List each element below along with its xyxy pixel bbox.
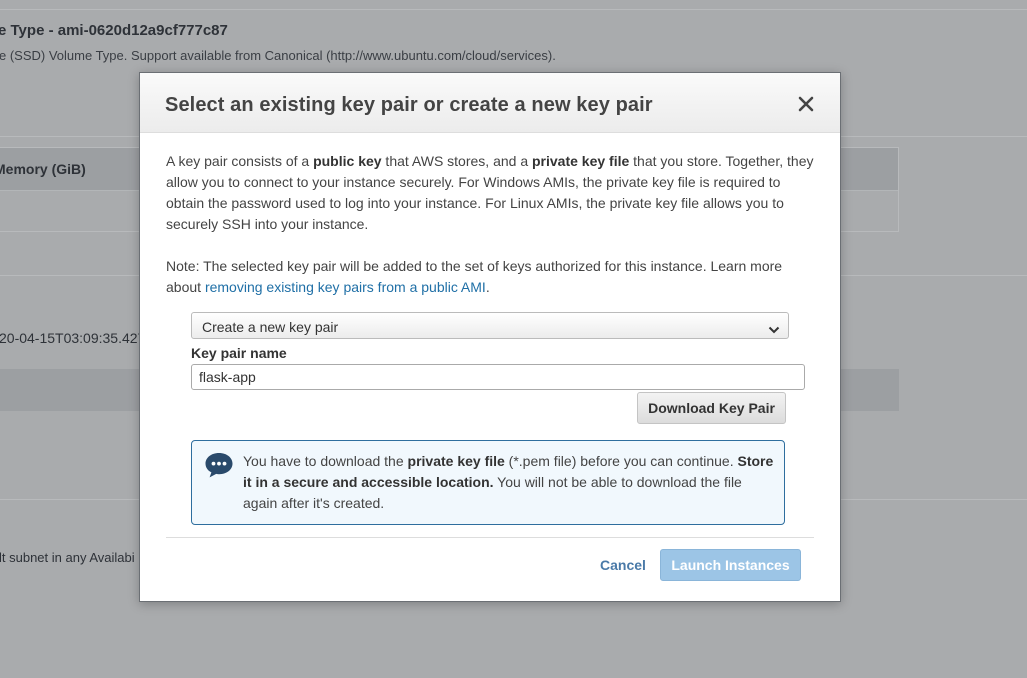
key-pair-name-input[interactable]	[191, 364, 805, 390]
chat-bubble-icon	[204, 451, 234, 485]
key-pair-select[interactable]: Create a new key pair	[191, 312, 789, 339]
key-pair-explanation: A key pair consists of a public key that…	[166, 153, 814, 232]
chevron-down-icon	[768, 320, 780, 341]
cancel-button[interactable]: Cancel	[600, 557, 646, 573]
ami-description: e (SSD) Volume Type. Support available f…	[0, 48, 556, 63]
footer-divider	[166, 537, 814, 538]
divider	[0, 9, 1027, 10]
dialog-title: Select an existing key pair or create a …	[165, 94, 653, 116]
download-info-box: You have to download the private key fil…	[191, 440, 785, 525]
close-icon[interactable]	[797, 95, 815, 113]
dialog-header: Select an existing key pair or create a …	[140, 73, 840, 133]
key-pair-note: Note: The selected key pair will be adde…	[166, 258, 783, 295]
key-pair-form: Create a new key pair Key pair name Down…	[191, 312, 805, 525]
launch-instances-button[interactable]: Launch Instances	[660, 549, 801, 581]
memory-column-header: Memory (GiB)	[0, 161, 86, 177]
key-pair-name-label: Key pair name	[191, 345, 287, 361]
ami-title: e Type - ami-0620d12a9cf777c87	[0, 22, 228, 39]
dialog-body: A key pair consists of a public key that…	[140, 133, 840, 525]
launch-time: 20-04-15T03:09:35.427	[0, 330, 146, 346]
removing-key-pairs-link[interactable]: removing existing key pairs from a publi…	[205, 279, 486, 295]
download-info-text: You have to download the private key fil…	[243, 453, 774, 511]
subnet-text: lt subnet in any Availabi	[0, 550, 135, 565]
key-pair-dialog: Select an existing key pair or create a …	[139, 72, 841, 602]
download-key-pair-button[interactable]: Download Key Pair	[637, 392, 786, 424]
key-pair-select-value: Create a new key pair	[202, 319, 339, 335]
download-row: Download Key Pair	[191, 390, 805, 430]
